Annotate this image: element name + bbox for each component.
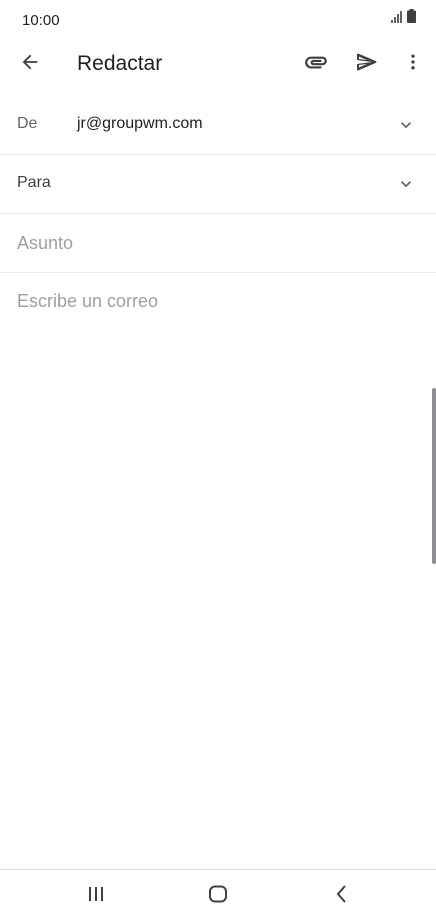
signal-icon bbox=[391, 10, 404, 28]
send-button[interactable] bbox=[347, 44, 387, 84]
attach-button[interactable] bbox=[296, 44, 336, 84]
status-bar: 10:00 bbox=[0, 0, 436, 42]
home-button[interactable] bbox=[203, 882, 233, 910]
back-icon bbox=[334, 884, 350, 909]
subject-input[interactable] bbox=[17, 231, 417, 255]
system-back-button[interactable] bbox=[327, 882, 357, 910]
back-button[interactable] bbox=[10, 44, 50, 84]
from-value[interactable]: jr@groupwm.com bbox=[77, 115, 203, 133]
recents-button[interactable] bbox=[81, 882, 111, 910]
attachment-icon bbox=[303, 49, 329, 80]
send-icon bbox=[355, 50, 379, 79]
chevron-down-icon[interactable] bbox=[396, 174, 416, 194]
status-time: 10:00 bbox=[22, 12, 60, 29]
more-options-button[interactable] bbox=[393, 44, 433, 84]
from-label: De bbox=[17, 115, 38, 132]
to-label: Para bbox=[17, 174, 51, 191]
to-field-row[interactable]: Para bbox=[0, 154, 436, 214]
app-bar: Redactar bbox=[0, 42, 436, 88]
more-vert-icon bbox=[403, 52, 423, 77]
navigation-bar bbox=[0, 869, 436, 921]
from-field-row[interactable]: De jr@groupwm.com bbox=[0, 95, 436, 155]
recents-icon bbox=[87, 885, 105, 908]
back-arrow-icon bbox=[19, 51, 41, 78]
home-icon bbox=[208, 884, 228, 909]
scroll-handle[interactable] bbox=[432, 388, 436, 564]
body-input[interactable] bbox=[17, 288, 417, 848]
subject-field-row bbox=[0, 213, 436, 273]
chevron-down-icon[interactable] bbox=[396, 115, 416, 135]
status-icons bbox=[391, 9, 416, 28]
page-title: Redactar bbox=[77, 52, 163, 75]
battery-icon bbox=[407, 9, 416, 28]
